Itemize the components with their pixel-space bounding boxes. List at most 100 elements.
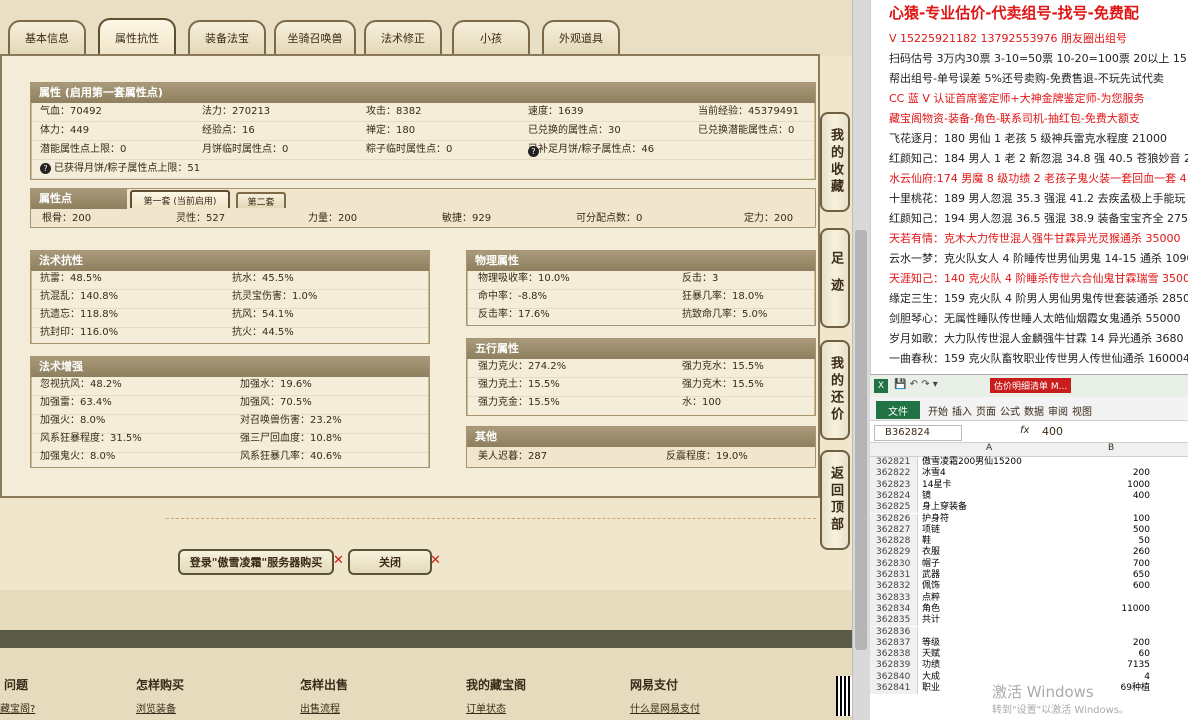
close-button[interactable]: 关闭 xyxy=(348,549,432,575)
cell-b[interactable]: 650 xyxy=(1070,570,1150,581)
excel-row[interactable]: 362832 佩饰 600 xyxy=(870,581,1188,593)
tab-appearance[interactable]: 外观道具 xyxy=(542,20,620,54)
subtab-set-one[interactable]: 第一套 (当前启用) xyxy=(130,190,230,208)
footer-link-sell-flow[interactable]: 出售流程 xyxy=(300,700,340,715)
cell-a[interactable]: 共计 xyxy=(922,615,1062,626)
cell-a[interactable]: 傲雪凌霜200男仙15200 xyxy=(922,457,1062,468)
cell-a[interactable]: 14星卡 xyxy=(922,480,1062,491)
col-b[interactable]: B xyxy=(1108,443,1114,453)
row-number[interactable]: 362824 xyxy=(870,490,918,503)
tab-basic-info[interactable]: 基本信息 xyxy=(8,20,86,54)
excel-row[interactable]: 362826 护身符 100 xyxy=(870,513,1188,525)
row-number[interactable]: 362826 xyxy=(870,513,918,525)
excel-row[interactable]: 362823 14星卡 1000 xyxy=(870,479,1188,491)
row-number[interactable]: 362839 xyxy=(870,660,918,672)
cell-a[interactable]: 佩饰 xyxy=(922,581,1062,592)
cell-a[interactable]: 武器 xyxy=(922,570,1062,581)
excel-row[interactable]: 362821 傲雪凌霜200男仙15200 xyxy=(870,457,1188,469)
excel-row[interactable]: 362828 鞋 50 xyxy=(870,536,1188,548)
cell-a[interactable]: 护身符 xyxy=(922,514,1062,525)
excel-file-tab[interactable]: 文件 xyxy=(876,401,920,419)
row-number[interactable]: 362840 xyxy=(870,671,918,683)
cell-b[interactable]: 50 xyxy=(1070,536,1150,547)
row-number[interactable]: 362836 xyxy=(870,626,918,638)
cell-a[interactable]: 角色 xyxy=(922,604,1062,615)
col-a[interactable]: A xyxy=(986,443,992,453)
cell-b[interactable]: 600 xyxy=(1070,581,1150,592)
tab-attr-resist[interactable]: 属性抗性 xyxy=(98,18,176,56)
excel-row[interactable]: 362834 角色 11000 xyxy=(870,603,1188,616)
ribbon-tab[interactable]: 审阅 xyxy=(1048,403,1068,418)
excel-row[interactable]: 362831 武器 650 xyxy=(870,570,1188,582)
cell-a[interactable]: 身上穿装备 xyxy=(922,502,1062,513)
row-number[interactable]: 362832 xyxy=(870,581,918,593)
footer-link-pay[interactable]: 什么是网易支付 xyxy=(630,700,700,715)
row-number[interactable]: 362833 xyxy=(870,592,918,604)
row-number[interactable]: 362834 xyxy=(870,603,918,616)
scrollbar-thumb[interactable] xyxy=(855,230,867,650)
row-number[interactable]: 362829 xyxy=(870,547,918,559)
row-number[interactable]: 362827 xyxy=(870,524,918,537)
cell-a[interactable]: 功绩 xyxy=(922,660,1062,671)
excel-row[interactable]: 362830 帽子 700 xyxy=(870,558,1188,570)
my-favorites-button[interactable]: 我的收藏 xyxy=(820,112,850,212)
ribbon-tab[interactable]: 插入 xyxy=(952,403,972,418)
cell-a[interactable]: 帽子 xyxy=(922,559,1062,570)
ribbon-tab[interactable]: 公式 xyxy=(1000,403,1020,418)
ribbon-tab[interactable]: 视图 xyxy=(1072,403,1092,418)
excel-row[interactable]: 362833 点粹 xyxy=(870,592,1188,604)
help-icon-2[interactable]: ? xyxy=(528,146,539,157)
footer-link-browse[interactable]: 浏览装备 xyxy=(136,700,176,715)
login-buy-button[interactable]: 登录"傲雪凌霜"服务器购买 xyxy=(178,549,334,575)
row-number[interactable]: 362831 xyxy=(870,570,918,582)
cell-b[interactable]: 200 xyxy=(1070,468,1150,479)
tab-mount-pet[interactable]: 坐骑召唤兽 xyxy=(274,20,356,54)
cell-b[interactable]: 260 xyxy=(1070,547,1150,558)
cell-a[interactable]: 天赋 xyxy=(922,649,1062,660)
row-number[interactable]: 362830 xyxy=(870,558,918,570)
footprint-button[interactable]: 足迹 xyxy=(820,228,850,328)
cell-b[interactable]: 500 xyxy=(1070,525,1150,536)
row-number[interactable]: 362821 xyxy=(870,457,918,469)
ribbon-tab[interactable]: 页面 xyxy=(976,403,996,418)
cell-a[interactable]: 点粹 xyxy=(922,593,1062,604)
row-number[interactable]: 362841 xyxy=(870,683,918,695)
row-number[interactable]: 362823 xyxy=(870,479,918,491)
excel-row[interactable]: 362839 功绩 7135 xyxy=(870,660,1188,672)
cell-b[interactable]: 11000 xyxy=(1070,604,1150,615)
cell-a[interactable]: 衣服 xyxy=(922,547,1062,558)
excel-row[interactable]: 362822 冰雪4 200 xyxy=(870,468,1188,480)
row-number[interactable]: 362822 xyxy=(870,468,918,480)
cell-b[interactable]: 100 xyxy=(1070,514,1150,525)
footer-link-order[interactable]: 订单状态 xyxy=(466,700,506,715)
cell-b[interactable]: 7135 xyxy=(1070,660,1150,671)
excel-row[interactable]: 362824 镜 400 xyxy=(870,490,1188,503)
cell-b[interactable]: 400 xyxy=(1070,491,1150,502)
row-number[interactable]: 362825 xyxy=(870,502,918,514)
row-number[interactable]: 362828 xyxy=(870,536,918,548)
excel-row[interactable]: 362825 身上穿装备 xyxy=(870,502,1188,514)
cell-b[interactable]: 700 xyxy=(1070,559,1150,570)
row-number[interactable]: 362838 xyxy=(870,649,918,661)
quick-access-icons[interactable]: 💾 ↶ ↷ ▾ xyxy=(894,379,938,390)
row-number[interactable]: 362835 xyxy=(870,615,918,627)
cell-b[interactable]: 1000 xyxy=(1070,480,1150,491)
excel-row[interactable]: 362829 衣服 260 xyxy=(870,547,1188,559)
cell-a[interactable]: 冰雪4 xyxy=(922,468,1062,479)
cell-a[interactable]: 等级 xyxy=(922,638,1062,649)
my-counteroffer-button[interactable]: 我的还价 xyxy=(820,340,850,440)
footer-link-cbg[interactable]: 藏宝阁? xyxy=(0,700,35,715)
excel-row[interactable]: 362836 xyxy=(870,626,1188,638)
cell-b[interactable]: 200 xyxy=(1070,638,1150,649)
row-number[interactable]: 362837 xyxy=(870,637,918,650)
cell-a[interactable]: 项链 xyxy=(922,525,1062,536)
cell-b[interactable]: 60 xyxy=(1070,649,1150,660)
name-box[interactable]: B362824 xyxy=(874,425,962,441)
tab-spell-mod[interactable]: 法术修正 xyxy=(364,20,442,54)
excel-row[interactable]: 362838 天赋 60 xyxy=(870,649,1188,661)
ribbon-tab[interactable]: 开始 xyxy=(928,403,948,418)
back-to-top-button[interactable]: 返回顶部 xyxy=(820,450,850,550)
cell-a[interactable]: 镜 xyxy=(922,491,1062,502)
formula-input[interactable]: 400 xyxy=(1042,425,1063,438)
cell-a[interactable]: 鞋 xyxy=(922,536,1062,547)
